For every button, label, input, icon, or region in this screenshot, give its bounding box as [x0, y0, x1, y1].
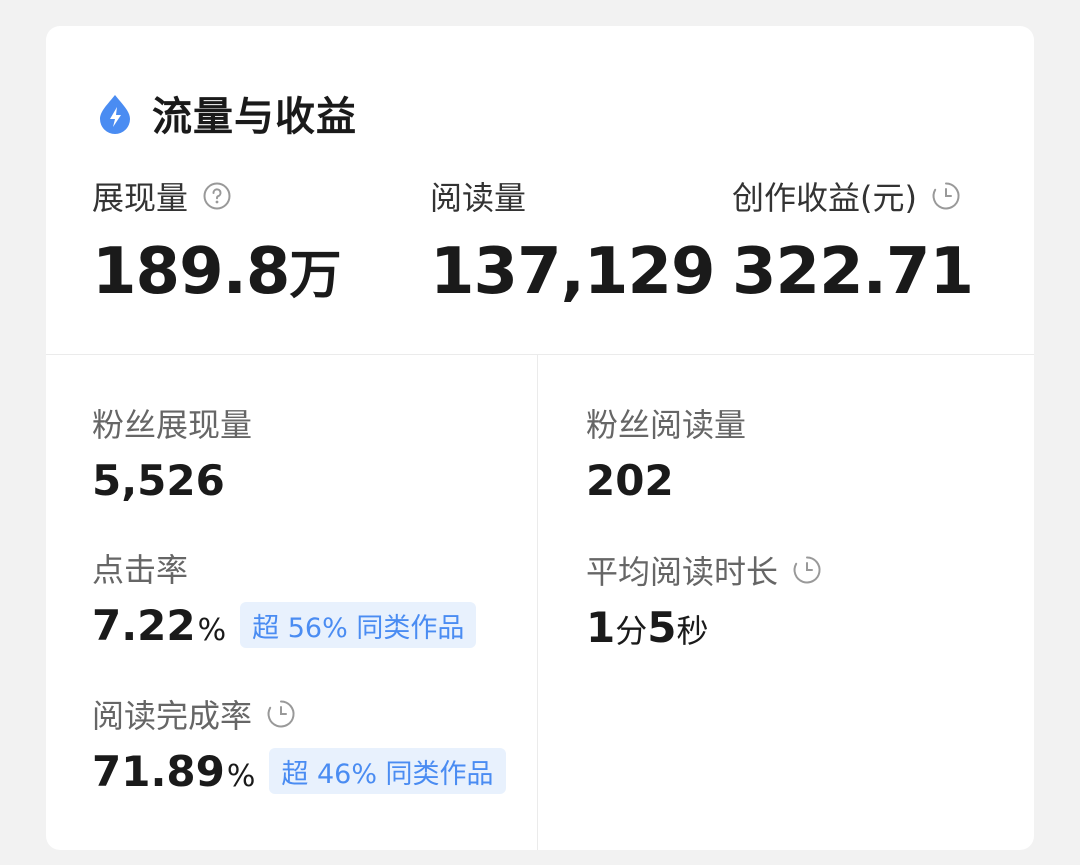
metric-reads[interactable]: 阅读量 137,129: [430, 174, 715, 310]
percentile-badge: 超 46% 同类作品: [269, 748, 506, 794]
percentile-badge: 超 56% 同类作品: [240, 602, 477, 648]
lightning-drop-icon: [100, 95, 130, 134]
metric-avg-read-time[interactable]: 平均阅读时长 1分5秒: [586, 548, 822, 654]
metric-value: 7.22%: [92, 600, 227, 650]
metric-impressions[interactable]: 展现量 189.8万: [92, 174, 341, 314]
metric-label: 平均阅读时长: [586, 553, 779, 591]
card-title: 流量与收益: [152, 94, 357, 140]
metric-value: 71.89%: [92, 746, 256, 796]
metric-label: 阅读量: [430, 179, 527, 217]
metric-value: 322.71: [732, 235, 974, 309]
metric-fan-impressions[interactable]: 粉丝展现量 5,526: [92, 401, 252, 507]
clock-icon[interactable]: [792, 555, 822, 585]
metric-label: 创作收益(元): [732, 179, 917, 217]
metric-value: 189.8万: [92, 235, 341, 309]
divider: [537, 355, 538, 850]
metric-ctr[interactable]: 点击率 7.22% 超 56% 同类作品: [92, 546, 477, 652]
clock-icon[interactable]: [266, 699, 296, 729]
metric-earnings[interactable]: 创作收益(元) 322.71: [732, 174, 974, 310]
metric-value: 202: [586, 455, 674, 505]
traffic-earnings-card: 流量与收益 展现量 189.8万 阅读量 137,129 创作收益(元) 322…: [46, 26, 1034, 850]
metric-fan-reads[interactable]: 粉丝阅读量 202: [586, 401, 746, 507]
divider: [46, 354, 1034, 355]
metric-value: 5,526: [92, 455, 225, 505]
metric-label: 阅读完成率: [92, 697, 253, 735]
metric-label: 粉丝阅读量: [586, 406, 747, 444]
metric-completion-rate[interactable]: 阅读完成率 71.89% 超 46% 同类作品: [92, 692, 506, 798]
metric-label: 粉丝展现量: [92, 406, 253, 444]
question-circle-icon[interactable]: [202, 181, 232, 211]
metric-label: 展现量: [92, 179, 189, 217]
metric-value: 137,129: [430, 235, 715, 309]
card-header: 流量与收益: [94, 84, 357, 142]
clock-icon[interactable]: [931, 181, 961, 211]
metric-label: 点击率: [92, 551, 189, 589]
metric-value: 1分5秒: [586, 602, 709, 652]
